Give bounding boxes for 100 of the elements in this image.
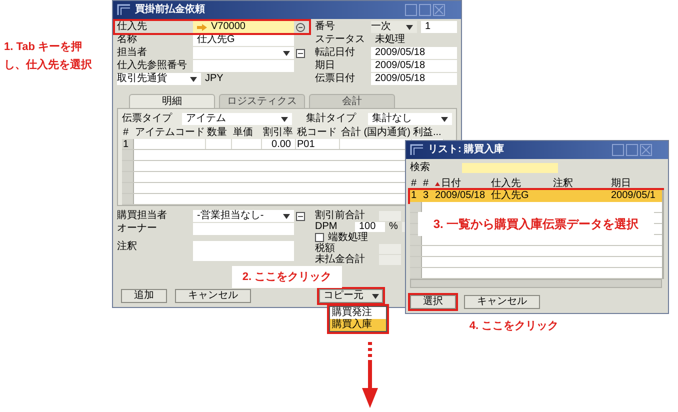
column-header[interactable]: 割引率 xyxy=(262,127,296,139)
column-header[interactable]: 単価 xyxy=(232,127,262,139)
table-cell-text: 3 xyxy=(422,190,430,202)
field-label: 仕入先参照番号 xyxy=(117,60,188,72)
field-label: DPM xyxy=(315,220,338,232)
date-field[interactable]: 2009/05/18 xyxy=(371,73,457,85)
list-icon[interactable] xyxy=(296,212,305,220)
field-label: 割引前合計 xyxy=(315,210,366,222)
column-header[interactable]: 税コード xyxy=(296,127,340,139)
field-label: 未払金合計 xyxy=(315,254,366,266)
series-dropdown[interactable]: 一次 xyxy=(371,21,417,33)
checkbox-label: 端数処理 xyxy=(328,232,368,242)
column-header[interactable]: # xyxy=(122,127,134,139)
list-button[interactable]: 選択 xyxy=(410,295,456,309)
row-handle: 1 xyxy=(410,190,418,202)
dropdown-field[interactable]: アイテム xyxy=(182,113,292,125)
dropdown-field[interactable]: 集計なし xyxy=(368,113,452,125)
field-label: 名称 xyxy=(117,34,138,46)
dropdown-field[interactable]: -営業担当なし- xyxy=(193,210,294,222)
search-field[interactable] xyxy=(462,163,558,173)
circle-icon[interactable] xyxy=(296,22,305,32)
row-handle[interactable]: 1 xyxy=(122,139,134,149)
maximize-button[interactable] xyxy=(626,144,638,156)
tab[interactable]: 会計 xyxy=(309,94,395,108)
input-field[interactable] xyxy=(379,210,401,220)
column-header[interactable]: 注釈 xyxy=(553,178,573,190)
down-arrow xyxy=(362,342,378,408)
field-label: 税額 xyxy=(315,242,336,254)
column-header[interactable]: # xyxy=(411,178,417,190)
field-label: 期日 xyxy=(315,60,336,72)
caret-icon xyxy=(372,294,378,298)
caret-icon xyxy=(441,116,448,122)
field-label: オーナー xyxy=(117,223,158,235)
caret-icon xyxy=(190,76,197,82)
dropdown-field[interactable] xyxy=(193,47,294,59)
close-icon[interactable] xyxy=(640,144,652,156)
window-title: リスト: 購買入庫 xyxy=(428,144,504,156)
caret-icon xyxy=(281,116,288,122)
tab[interactable]: 明細 xyxy=(129,94,215,108)
column-header[interactable]: 利益... xyxy=(412,127,444,139)
table-cell: P01 xyxy=(296,139,340,149)
tab[interactable]: ロジスティクス xyxy=(219,94,305,108)
field-label: 購買担当者 xyxy=(117,210,168,222)
field-label: 伝票タイプ xyxy=(122,113,174,125)
list-row[interactable]: 1 3 2009/05/18 仕入先G 2009/05/1 xyxy=(410,190,662,202)
status-text: 未処理 xyxy=(374,34,406,46)
window-title: 買掛前払金依頼 xyxy=(135,4,205,16)
percent-field[interactable]: 100 xyxy=(355,222,385,232)
column-header[interactable]: アイテムコード xyxy=(134,127,206,139)
table-cell-text: 2009/05/1 xyxy=(610,190,656,202)
column-header[interactable]: # xyxy=(423,178,429,190)
table-cell-text: 仕入先G xyxy=(490,190,530,202)
callout-text: 3. 一覧から購買入庫伝票データを選択 xyxy=(418,212,654,236)
column-header[interactable]: 数量 xyxy=(206,127,232,139)
window-icon xyxy=(410,144,424,156)
close-icon[interactable] xyxy=(433,4,445,16)
maximize-button[interactable] xyxy=(419,4,431,16)
field-label: 番号 xyxy=(315,21,336,33)
percent-sign: % xyxy=(388,220,399,232)
input-field[interactable]: 1 xyxy=(421,21,457,33)
horizontal-scrollbar[interactable] xyxy=(410,279,662,288)
dropdown-field[interactable]: 取引先通貨 xyxy=(117,73,201,85)
table-cell-text: 2009/05/18 xyxy=(434,190,486,202)
list-icon[interactable] xyxy=(296,48,305,58)
scrollbar[interactable] xyxy=(662,190,664,279)
input-field[interactable] xyxy=(193,223,294,235)
link-arrow-icon[interactable] xyxy=(197,24,207,30)
column-header[interactable]: 日付 xyxy=(441,178,461,190)
date-field[interactable]: 2009/05/18 xyxy=(371,60,457,72)
window-icon xyxy=(117,4,131,16)
input-field[interactable] xyxy=(193,60,294,72)
caret-icon xyxy=(283,50,290,56)
table-cell: 0.00 xyxy=(262,139,296,149)
remarks-field[interactable] xyxy=(193,241,294,261)
field-label: 担当者 xyxy=(117,47,148,59)
minimize-button[interactable] xyxy=(612,144,624,156)
form-button[interactable]: 追加 xyxy=(121,289,167,303)
field-label: 転記日付 xyxy=(315,47,356,59)
vendor-code-field[interactable]: V70000 xyxy=(193,21,294,33)
callout-text: 1. Tab キーを押し、仕入先を選択 xyxy=(4,40,93,73)
field-label: ステータス xyxy=(315,34,366,46)
date-field[interactable]: 2009/05/18 xyxy=(371,47,457,59)
copy-from-button[interactable]: コピー元 xyxy=(319,289,383,303)
menu-item[interactable]: 購買入庫 xyxy=(330,319,386,331)
caret-icon xyxy=(283,214,290,218)
form-button[interactable]: キャンセル xyxy=(175,289,251,303)
minimize-button[interactable] xyxy=(405,4,417,16)
field-label: 注釈 xyxy=(117,241,138,254)
column-header[interactable]: 仕入先 xyxy=(491,178,521,190)
field-label: 伝票日付 xyxy=(315,73,356,85)
list-button[interactable]: キャンセル xyxy=(464,295,540,309)
currency-text: JPY xyxy=(204,73,224,85)
checkbox[interactable] xyxy=(315,233,324,242)
caret-icon xyxy=(406,24,413,30)
column-header[interactable]: 期日 xyxy=(611,178,631,190)
field-label: 検索 xyxy=(410,162,431,174)
field-label: 集計タイプ xyxy=(306,113,358,125)
column-header[interactable]: 合計 (国内通貨) xyxy=(340,127,412,139)
callout-text: 2. ここをクリック xyxy=(232,266,342,288)
field-label: 仕入先 xyxy=(117,21,148,33)
